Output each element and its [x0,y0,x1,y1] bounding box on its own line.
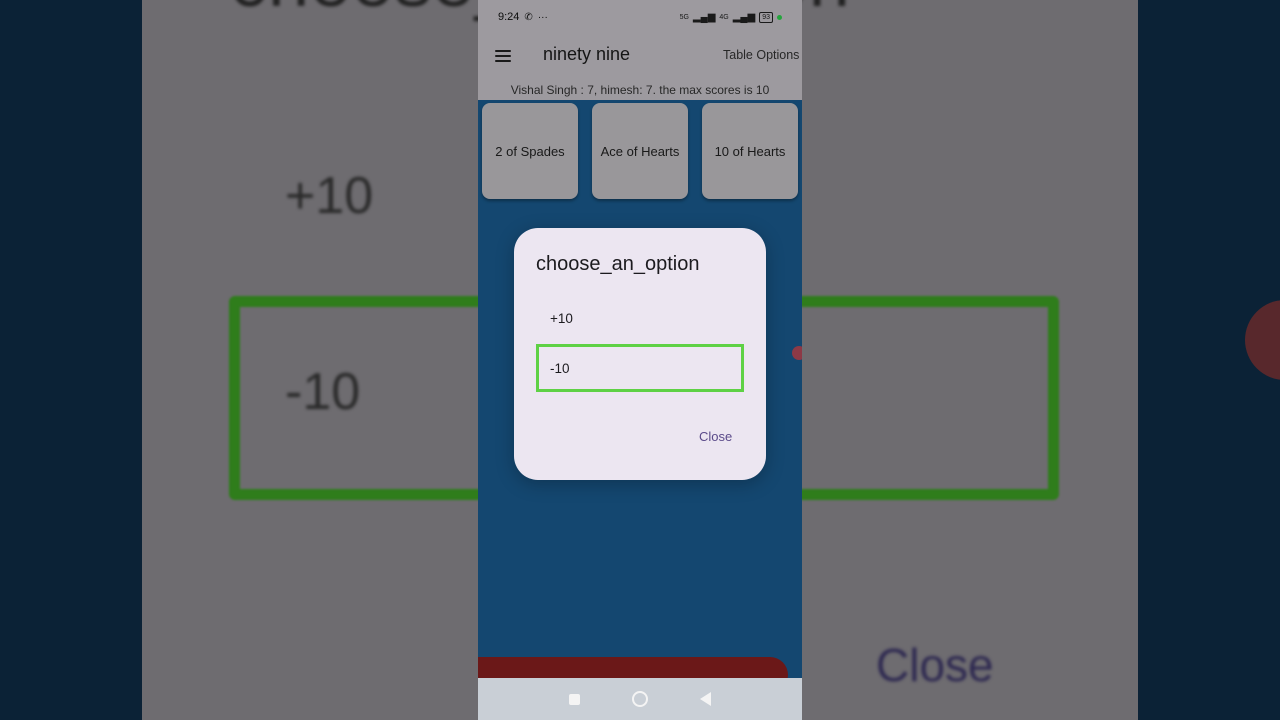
background-zoom-plus: +10 [285,167,374,225]
battery-icon: 93 [759,11,773,23]
status-bar: 9:24 ✆ ··· 5G ▂▄▆ 4G ▂▄▆ 93 [478,0,802,34]
edge-indicator-dot [792,346,802,360]
score-line: Vishal Singh : 7, himesh: 7. the max sco… [478,80,802,100]
status-time: 9:24 [498,11,520,23]
signal-icon: ▂▄▆ [692,11,716,23]
background-zoom-minus: -10 [285,363,361,421]
status-left: 9:24 ✆ ··· [498,11,548,23]
back-icon[interactable] [700,692,711,706]
system-nav-bar [478,678,802,720]
more-dots-icon: ··· [537,11,548,23]
app-title: ninety nine [543,44,631,64]
option-minus-10[interactable]: -10 [536,344,744,392]
network-4g-icon: 4G [719,13,729,21]
card-row: 2 of Spades Ace of Hearts 10 of Hearts [482,103,802,199]
card-ace-of-hearts[interactable]: Ace of Hearts [592,103,688,199]
signal-icon-2: ▂▄▆ [732,11,756,23]
card-2-of-spades[interactable]: 2 of Spades [482,103,578,199]
option-plus-10[interactable]: +10 [536,294,744,342]
app-bar: ninety nine Table Options [478,34,802,80]
background-left-strip [0,0,142,720]
status-right: 5G ▂▄▆ 4G ▂▄▆ 93 [679,11,782,23]
table-options-button[interactable]: Table Options [723,48,799,62]
whatsapp-icon: ✆ [524,11,533,23]
network-5g-icon: 5G [679,13,689,21]
recent-apps-icon[interactable] [569,693,580,705]
hamburger-menu-icon[interactable] [495,50,511,62]
close-button[interactable]: Close [699,429,732,444]
card-10-of-hearts[interactable]: 10 of Hearts [702,103,798,199]
choose-option-dialog: choose_an_option +10 -10 Close [514,228,766,480]
background-zoom-close: Close [876,639,994,691]
dialog-title: choose_an_option [536,253,700,275]
home-icon[interactable] [632,691,648,707]
privacy-indicator-dot [777,14,782,20]
